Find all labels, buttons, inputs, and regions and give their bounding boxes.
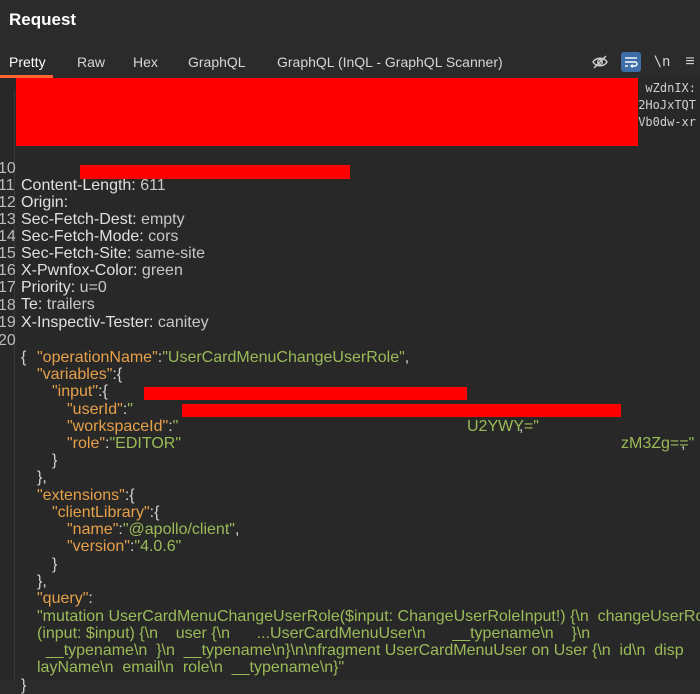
json-brace: { <box>21 349 27 366</box>
json-key: "workspaceId" <box>67 418 169 435</box>
header-value: canitey <box>153 314 209 331</box>
code-line: __typename\n }\n __typename\n}\n\nfragme… <box>0 625 684 659</box>
header-value: cors <box>143 228 179 245</box>
header-name: Sec-Fetch-Mode: <box>21 228 144 245</box>
code-line: 10 Content-Length: 611 <box>0 143 166 194</box>
header-value: u=0 <box>75 279 107 296</box>
json-string: __typename\n }\n __typename\n}\n\nfragme… <box>37 642 684 659</box>
json-string: (input: $input) {\n user {\n ...UserCard… <box>37 625 591 642</box>
json-key: "role" <box>67 435 106 452</box>
header-name: X-Pwnfox-Color: <box>21 262 138 279</box>
code-line: 12 Sec-Fetch-Dest: empty <box>0 177 185 228</box>
header-name: Content-Length: <box>21 177 136 194</box>
header-value: trailers <box>42 296 95 313</box>
code-line: "operationName":"UserCardMenuChangeUserR… <box>37 349 410 366</box>
code-line: "role":"EDITOR" <box>67 435 182 452</box>
json-string: "4.0.6" <box>134 538 182 555</box>
tab-pretty[interactable]: Pretty <box>9 54 46 70</box>
code-line: 17 Te: trailers <box>0 262 95 313</box>
word-wrap-icon[interactable] <box>621 52 641 72</box>
json-string: layName\n email\n role\n __typename\n}" <box>37 659 345 676</box>
code-line: "variables":{ <box>37 366 123 383</box>
json-key: "variables" <box>37 366 113 383</box>
code-line: "workspaceId":" zM3Zg==", <box>67 418 695 452</box>
wrap-lines-icon <box>625 57 638 68</box>
code-line: 16 Priority: u=0 <box>0 245 107 296</box>
header-name: Priority: <box>21 279 76 296</box>
code-line: "name":"@apollo/client", <box>67 521 240 538</box>
json-string: "mutation UserCardMenuChangeUserRole($in… <box>37 608 700 625</box>
code-line: } <box>0 660 26 694</box>
header-name: Sec-Fetch-Dest: <box>21 211 137 228</box>
tab-raw[interactable]: Raw <box>77 54 105 70</box>
header-name: Origin: <box>21 194 69 211</box>
code-line: 11 Origin: <box>0 160 68 211</box>
json-string: "@apollo/client" <box>122 521 235 538</box>
code-line: "mutation UserCardMenuChangeUserRole($in… <box>0 591 700 625</box>
scrolled-line-fragment: wZdnIX: <box>645 81 696 95</box>
code-line: "version":"4.0.6" <box>67 538 182 555</box>
header-name: Te: <box>21 296 43 313</box>
code-line: 14 Sec-Fetch-Site: same-site <box>0 211 205 262</box>
show-newlines-button[interactable]: \n <box>652 52 672 72</box>
redaction-block <box>144 387 467 400</box>
code-line: 13 Sec-Fetch-Mode: cors <box>0 194 178 245</box>
code-line: layName\n email\n role\n __typename\n}" <box>0 642 344 676</box>
json-string: "UserCardMenuChangeUserRole" <box>162 349 405 366</box>
json-key: "extensions" <box>37 487 125 504</box>
code-line: "extensions":{ <box>37 487 135 504</box>
redaction-block <box>80 165 350 179</box>
code-line: } <box>52 452 58 469</box>
json-key: "userId" <box>67 401 123 418</box>
json-key: "version" <box>67 538 130 555</box>
code-line: "input":{ <box>52 383 108 400</box>
code-line: (input: $input) {\n user {\n ...UserCard… <box>0 608 590 642</box>
header-value: same-site <box>131 245 206 262</box>
header-value: green <box>137 262 183 279</box>
json-key: "clientLibrary" <box>52 504 150 521</box>
scrolled-line-fragment: 2HoJxTQT <box>638 98 696 112</box>
code-line: 15 X-Pwnfox-Color: green <box>0 228 183 279</box>
scrolled-line-fragment: Vb0dw-xr <box>638 115 696 129</box>
json-key: "name" <box>67 521 119 538</box>
redaction-block <box>16 78 638 146</box>
view-tab-bar: Pretty Raw Hex GraphQL GraphQL (InQL - G… <box>0 46 700 78</box>
header-value: 611 <box>135 177 166 194</box>
json-key: "input" <box>52 383 99 400</box>
menu-icon[interactable]: ≡ <box>680 52 700 72</box>
code-line: } <box>52 556 58 573</box>
request-panel-title: Request <box>9 10 77 29</box>
json-key: "operationName" <box>37 349 158 366</box>
eye-slash-icon <box>592 55 608 69</box>
code-line: 19 <box>0 297 16 331</box>
hide-nonprintable-eye-icon[interactable] <box>590 52 610 72</box>
header-value: empty <box>136 211 185 228</box>
header-name: X-Inspectiv-Tester: <box>21 314 154 331</box>
json-string: "EDITOR" <box>109 435 182 452</box>
code-line: "clientLibrary":{ <box>52 504 160 521</box>
json-key: "query" <box>37 590 89 607</box>
code-line: 20 { <box>0 315 26 366</box>
code-line: }, <box>37 469 47 486</box>
code-line: }, <box>37 573 47 590</box>
tab-graphql[interactable]: GraphQL <box>188 54 246 70</box>
redaction-block <box>182 404 621 417</box>
code-line: "userId":" U2YWY=", <box>67 401 539 435</box>
header-name: Sec-Fetch-Site: <box>21 245 132 262</box>
json-string-tail: U2YWY=" <box>467 418 539 435</box>
tab-hex[interactable]: Hex <box>133 54 158 70</box>
tab-graphql-inql-scanner[interactable]: GraphQL (InQL - GraphQL Scanner) <box>277 54 503 70</box>
code-line: "query": <box>37 590 93 607</box>
code-line: 18 X-Inspectiv-Tester: canitey <box>0 280 209 331</box>
